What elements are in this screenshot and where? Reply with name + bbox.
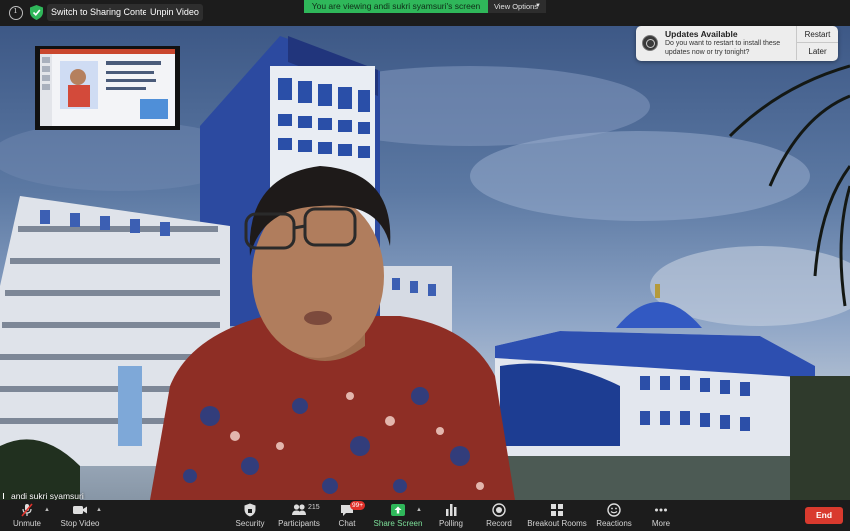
more-button[interactable]: More [646, 500, 676, 531]
meeting-toolbar: Unmute ▲ Stop Video ▲ Security 215 Parti… [0, 500, 850, 531]
audio-level-icon [3, 493, 9, 499]
share-screen-button[interactable]: Share Screen [373, 500, 423, 531]
unpin-video-button[interactable]: Unpin Video [146, 4, 203, 21]
speaker-video: andi sukri syamsuri [0, 26, 850, 500]
share-screen-icon [391, 504, 405, 516]
security-button[interactable]: Security [231, 500, 269, 531]
participants-label: Participants [278, 519, 320, 528]
update-icon [642, 35, 658, 51]
info-icon[interactable] [9, 6, 23, 20]
chevron-down-icon: ▼ [535, 3, 541, 9]
later-button[interactable]: Later [796, 43, 838, 60]
end-meeting-button[interactable]: End [805, 507, 843, 524]
breakout-rooms-button[interactable]: Breakout Rooms [527, 500, 587, 531]
meeting-top-bar: Switch to Sharing Content Unpin Video Yo… [0, 0, 850, 26]
polling-button[interactable]: Polling [434, 500, 468, 531]
notification-title: Updates Available [665, 29, 738, 39]
record-label: Record [486, 519, 512, 528]
slide-preview [40, 49, 175, 126]
stop-video-label: Stop Video [60, 519, 100, 528]
participants-button[interactable]: 215 Participants [276, 500, 322, 531]
updates-notification: Updates Available Do you want to restart… [636, 26, 838, 61]
restart-button[interactable]: Restart [796, 26, 838, 43]
chat-button[interactable]: 99+ Chat [332, 500, 366, 531]
participant-name: andi sukri syamsuri [11, 491, 84, 500]
caret-up-icon[interactable]: ▲ [96, 507, 102, 513]
camera-icon [73, 506, 87, 514]
polling-icon [446, 504, 457, 516]
reactions-button[interactable]: Reactions [595, 500, 633, 531]
record-icon [492, 503, 506, 517]
stop-video-button[interactable]: Stop Video [57, 500, 103, 531]
breakout-rooms-icon [551, 504, 563, 516]
view-options-menu[interactable]: View Options ▼ [488, 0, 546, 13]
security-shield-icon [244, 503, 256, 517]
more-label: More [651, 519, 671, 528]
participant-name-label: andi sukri syamsuri [3, 491, 84, 500]
slide-preview-graphic [40, 49, 175, 126]
chat-unread-badge: 99+ [350, 501, 366, 510]
shield-icon[interactable] [30, 5, 43, 20]
breakout-rooms-label: Breakout Rooms [527, 519, 587, 528]
unmute-button[interactable]: Unmute [5, 500, 49, 531]
participants-count: 215 [308, 504, 320, 511]
viewing-screen-banner: You are viewing andi sukri syamsuri's sc… [304, 0, 488, 13]
unmute-label: Unmute [12, 519, 41, 528]
chat-label: Chat [338, 519, 356, 528]
microphone-muted-icon [21, 503, 33, 517]
reactions-icon [607, 503, 621, 517]
more-icon [655, 508, 667, 512]
caret-up-icon[interactable]: ▲ [44, 507, 50, 513]
shared-screen-thumbnail[interactable] [35, 46, 180, 130]
share-screen-label: Share Screen [373, 519, 423, 528]
polling-label: Polling [438, 519, 463, 528]
notification-body: Do you want to restart to install these … [665, 40, 781, 56]
record-button[interactable]: Record [482, 500, 516, 531]
reactions-label: Reactions [596, 519, 632, 528]
security-label: Security [235, 519, 265, 528]
caret-up-icon[interactable]: ▲ [416, 507, 422, 513]
switch-to-sharing-button[interactable]: Switch to Sharing Content [47, 4, 160, 21]
view-options-label: View Options [494, 2, 539, 11]
participants-icon [292, 504, 306, 515]
